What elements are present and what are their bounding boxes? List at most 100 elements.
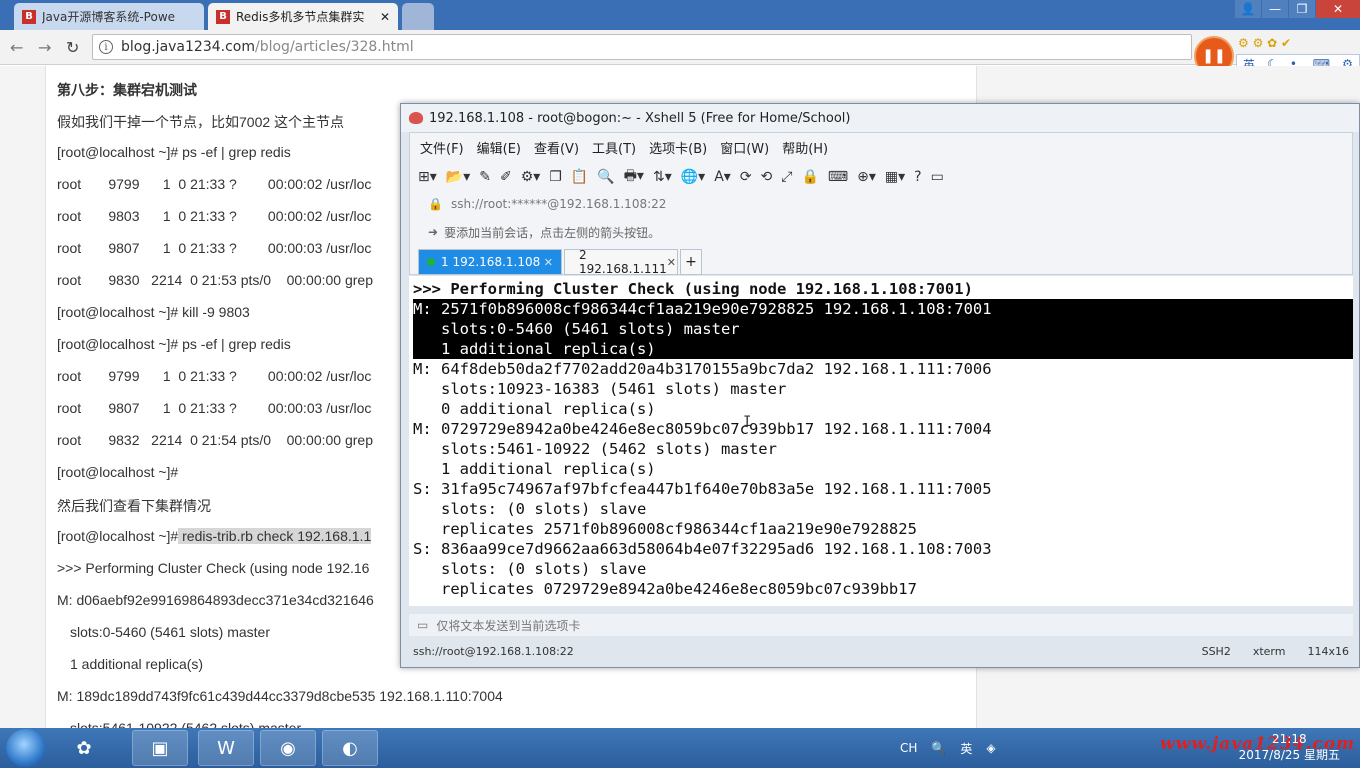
open-folder-icon[interactable]: 📂▾ (446, 169, 470, 185)
terminal-line: 1 additional replica(s) (413, 340, 656, 358)
ibeam-cursor-icon: I (743, 414, 752, 430)
connect-icon[interactable]: ✎ (479, 169, 491, 185)
terminal-line: slots:5461-10922 (5462 slots) master (413, 440, 777, 458)
file-explorer-icon[interactable]: ▣ (132, 730, 188, 766)
copy-icon[interactable]: ❐ (549, 169, 562, 185)
article-code: slots:0-5460 (5461 slots) master (70, 624, 270, 640)
system-tray: CH 🔍 英 ◈ (900, 728, 1010, 768)
layout-icon[interactable]: ▦▾ (885, 169, 905, 185)
article-code: 1 additional replica(s) (70, 656, 204, 672)
tray-search-icon[interactable]: 🔍 (931, 741, 946, 755)
status-terminal-size: 114x16 (1307, 644, 1349, 658)
tray-lang[interactable]: 英 (960, 740, 972, 757)
article-code: root 9799 1 0 21:33 ? 00:00:02 /usr/loc (57, 176, 372, 192)
arrow-icon[interactable]: ➜ (428, 225, 438, 239)
font-icon[interactable]: A▾ (714, 169, 731, 185)
xftp-icon[interactable]: ⟲ (761, 169, 773, 185)
xshell-title: 192.168.1.108 - root@bogon:~ - Xshell 5 … (429, 110, 851, 126)
article-code: [root@localhost ~]# redis-trib.rb check … (57, 528, 372, 544)
browser-tab-1[interactable]: B Java开源博客系统-Powe (14, 3, 204, 30)
back-icon[interactable]: ← (10, 38, 23, 57)
menu-edit[interactable]: 编辑(E) (477, 138, 521, 157)
session-tab-label: 1 192.168.1.108 (441, 255, 541, 269)
url-host: blog.java1234.com (121, 39, 255, 55)
url-path: /blog/articles/328.html (255, 39, 414, 55)
disconnect-icon[interactable]: ✐ (500, 169, 512, 185)
terminal-line: slots: (0 slots) slave (413, 500, 647, 518)
lock-icon[interactable]: 🔒 (801, 169, 818, 185)
menu-help[interactable]: 帮助(H) (782, 138, 828, 157)
compose-icon[interactable]: ▭ (417, 618, 428, 632)
article-code: >>> Performing Cluster Check (using node… (57, 560, 370, 576)
session-tab-label: 2 192.168.1.111 (579, 248, 667, 276)
user-icon[interactable]: 👤 (1235, 0, 1261, 18)
globe-icon[interactable]: 🌐▾ (681, 169, 705, 185)
terminal-line: slots:10923-16383 (5461 slots) master (413, 380, 787, 398)
send-text-label: 仅将文本发送到当前选项卡 (436, 618, 581, 633)
wps-writer-icon[interactable]: W (198, 730, 254, 766)
menu-view[interactable]: 查看(V) (534, 138, 579, 157)
clock-time: 21:18 (1272, 732, 1307, 746)
help-icon[interactable]: ? (914, 169, 921, 185)
lock-small-icon: 🔒 (428, 197, 443, 211)
keyboard-icon[interactable]: ⌨ (828, 169, 848, 185)
close-window-icon[interactable]: ✕ (1316, 0, 1360, 18)
script-icon[interactable]: ⟳ (740, 169, 752, 185)
forward-icon[interactable]: → (38, 38, 51, 57)
add-icon[interactable]: ⊕▾ (857, 169, 876, 185)
photo-app-icon[interactable]: ✿ (56, 730, 112, 766)
terminal-line: >>> Performing Cluster Check (using node… (413, 280, 973, 298)
browser-tab-title: Java开源博客系统-Powe (42, 10, 176, 24)
terminal-line: 0 additional replica(s) (413, 400, 656, 418)
transfer-icon[interactable]: ⇅▾ (653, 169, 672, 185)
browser-tab-2[interactable]: B Redis多机多节点集群实 ✕ (208, 3, 398, 30)
article-code: slots:5461-10922 (5462 slots) master (70, 720, 302, 728)
minimize-icon[interactable]: — (1262, 0, 1288, 18)
session-tab-2[interactable]: 2 192.168.1.111 ✕ (564, 248, 678, 276)
terminal[interactable]: >>> Performing Cluster Check (using node… (409, 276, 1353, 606)
paste-icon[interactable]: 📋 (571, 169, 588, 185)
xshell-taskbar-icon[interactable]: ◐ (322, 730, 378, 766)
close-session-icon[interactable]: ✕ (544, 256, 553, 269)
chrome-icon[interactable]: ◉ (260, 730, 316, 766)
close-session-icon[interactable]: ✕ (667, 256, 676, 269)
tray-input-mode[interactable]: CH (900, 741, 917, 755)
menu-tools[interactable]: 工具(T) (592, 138, 636, 157)
send-text-bar[interactable]: ▭ 仅将文本发送到当前选项卡 (409, 614, 1353, 636)
chat-icon[interactable]: ▭ (931, 169, 944, 185)
session-tab-1[interactable]: 1 192.168.1.108 ✕ (418, 249, 562, 275)
address-bar[interactable]: i blog.java1234.com/blog/articles/328.ht… (92, 34, 1192, 60)
fullscreen-icon[interactable]: ⤢ (781, 169, 792, 185)
close-tab-icon[interactable]: ✕ (380, 10, 390, 24)
xshell-toolbar: ⊞▾ 📂▾ ✎ ✐ ⚙▾ ❐ 📋 🔍 🖶▾ ⇅▾ 🌐▾ A▾ ⟳ ⟲ ⤢ 🔒 ⌨… (418, 165, 953, 189)
info-icon[interactable]: i (99, 40, 113, 54)
session-address[interactable]: 🔒 ssh://root:******@192.168.1.108:22 (418, 193, 1346, 215)
maximize-icon[interactable]: ❐ (1289, 0, 1315, 18)
session-address-text: ssh://root:******@192.168.1.108:22 (450, 197, 667, 211)
status-terminal-type: xterm (1252, 644, 1286, 658)
menu-tabs[interactable]: 选项卡(B) (649, 138, 707, 157)
clock[interactable]: 21:18 2017/8/25 星期五 (1239, 731, 1340, 763)
new-session-icon[interactable]: ⊞▾ (418, 169, 437, 185)
article-code: M: 189dc189dd743f9fc61c439d44cc3379d8cbe… (57, 688, 503, 704)
windows-taskbar: ✿ ▣ W ◉ ◐ CH 🔍 英 ◈ www.java1234.com 21:1… (0, 728, 1360, 768)
new-tab-button[interactable] (402, 3, 434, 30)
menu-file[interactable]: 文件(F) (420, 138, 464, 157)
menu-window[interactable]: 窗口(W) (720, 138, 769, 157)
xshell-titlebar[interactable]: 192.168.1.108 - root@bogon:~ - Xshell 5 … (401, 104, 1359, 132)
start-button[interactable] (6, 729, 46, 767)
properties-icon[interactable]: ⚙▾ (521, 169, 541, 185)
browser-toolbar: ← → ↻ i blog.java1234.com/blog/articles/… (0, 30, 1360, 65)
terminal-line: 1 additional replica(s) (413, 460, 656, 478)
terminal-line: replicates 2571f0b896008cf986344cf1aa219… (413, 520, 917, 538)
find-icon[interactable]: 🔍 (597, 169, 614, 185)
article-text: 然后我们查看下集群情况 (57, 498, 211, 514)
reload-icon[interactable]: ↻ (66, 38, 79, 57)
tray-box-icon[interactable]: ◈ (986, 741, 995, 755)
new-session-tab-button[interactable]: + (680, 249, 702, 275)
article-text: 假如我们干掉一个节点，比如7002 这个主节点 (57, 114, 345, 130)
highlighted-command: redis-trib.rb check 192.168.1.1 (178, 528, 372, 544)
print-icon[interactable]: 🖶▾ (624, 165, 644, 189)
article-code: root 9832 2214 0 21:54 pts/0 00:00:00 gr… (57, 432, 374, 448)
xshell-chrome: 文件(F) 编辑(E) 查看(V) 工具(T) 选项卡(B) 窗口(W) 帮助(… (409, 132, 1353, 276)
